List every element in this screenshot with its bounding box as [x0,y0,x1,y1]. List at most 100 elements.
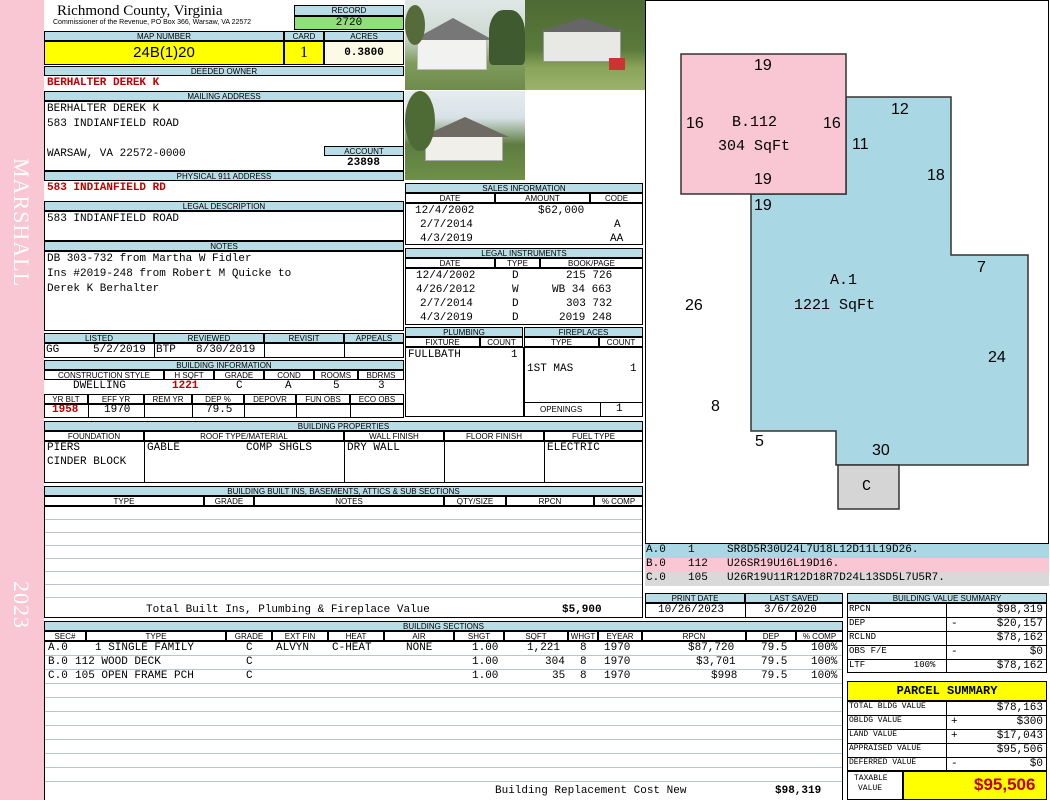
sec-sqft: 304 [545,656,565,668]
props-head: FLOOR FINISH [444,431,544,441]
sec-grade: C [246,656,253,668]
sec-head: SEC# [44,631,86,641]
bldg-head: GRADE [214,370,264,380]
sec-type: 1 SINGLE FAMILY [95,642,195,654]
sale-code: AA [610,233,624,245]
bldg-hsqft: 1221 [172,380,199,392]
sidebar: MARSHALL 2023 [0,0,44,800]
parcel-summary-title: PARCEL SUMMARY [847,681,1047,701]
dim-label: 11 [852,136,869,153]
parcel-row-sign: + [951,716,958,728]
account-value: 23898 [347,157,381,169]
builtins-label: BUILDING BUILT INS, BASEMENTS, ATTICS & … [44,486,643,496]
dim-label: 16 [823,115,841,132]
notes-line: Ins #2019-248 from Robert M Quicke to [47,268,292,280]
fireplaces-label: FIREPLACES [524,327,643,337]
sec-extfin: ALVYN [276,642,310,654]
instr-date: 4/26/2012 [416,284,476,296]
sales-head: CODE [590,193,643,203]
instr-head: DATE [405,258,495,268]
code-sec: A.0 [646,544,666,556]
instruments-label: LEGAL INSTRUMENTS [405,248,643,258]
sec-comp: 100% [811,642,838,654]
plumb-head: COUNT [480,337,523,347]
code-type: 105 [688,572,708,584]
parcel-row-label: TOTAL BLDG VALUE [849,702,926,711]
builtins-head: % COMP [594,496,643,506]
sec-shgt: 1.00 [472,642,499,654]
bldg-head2: ECO OBS [350,394,404,404]
instr-book: 303 732 [566,298,613,310]
instr-book: 215 726 [566,270,613,282]
sec-head: WHGT [568,631,598,641]
sec-type: 112 WOOD DECK [75,656,161,668]
instr-head: TYPE [495,258,540,268]
parcel-row-label: LAND VALUE [849,730,898,739]
bvs-row-label: RCLND [849,632,877,642]
instr-book: WB 34 663 [552,284,612,296]
props-head: ROOF TYPE/MATERIAL [144,431,344,441]
sec-rpcn: $87,720 [688,642,735,654]
sec-sqft: 1,221 [527,642,561,654]
builtins-head: TYPE [44,496,204,506]
listed-date: 5/2/2019 [93,344,146,356]
sec-head: HEAT [328,631,384,641]
parcel-row-label: DEFERRED VALUE [849,758,917,767]
sale-amount: $62,000 [538,205,585,217]
bldg-head2: EFF YR [88,394,144,404]
sec-shgt: 1.00 [472,670,499,682]
listed-by: GG [46,344,60,356]
section-a-label: A.1 [830,272,858,289]
sketch-area: B.112 304 SqFt A.1 1221 SqFt C 19 16 16 … [645,0,1049,544]
map-label: MAP NUMBER [44,31,284,41]
listed-label: LISTED [44,333,154,343]
plumb-head: FIXTURE [405,337,480,347]
builtins-total: $5,900 [562,604,602,616]
sec-head: GRADE [226,631,272,641]
map-number: 24B(1)20 [44,41,284,65]
dim-label: 26 [685,297,703,314]
builtins-total-label: Total Built Ins, Plumbing & Fireplace Va… [146,604,430,616]
props-head: FUEL TYPE [544,431,643,441]
bldg-head: ROOMS [314,370,358,380]
sale-date: 2/7/2014 [420,219,473,231]
plumbing-label: PLUMBING [405,327,523,337]
code-sec: B.0 [646,558,666,570]
notes-label: NOTES [44,241,404,251]
sale-date: 4/3/2019 [420,233,473,245]
builtins-head: RPCN [506,496,594,506]
bldg-head: BDRMS [358,370,404,380]
sec-dep: 79.5 [761,670,788,682]
parcel-row: DEFERRED VALUE - $0 [847,758,1047,772]
sec-head: EXT FIN [272,631,328,641]
legal-label: LEGAL DESCRIPTION [44,201,404,211]
brc-label: Building Replacement Cost New [495,785,687,797]
code-path: U26R19U11R12D18R7D24L13SD5L7U5R7. [727,572,945,584]
sec-head: EYEAR [598,631,642,641]
county-address: Commissioner of the Revenue, PO Box 366,… [53,19,252,26]
bvs-row: RPCN $98,319 [847,604,1047,618]
bldg-head: COND [264,370,314,380]
house-photo-front [405,0,525,90]
bldg-bdrms: 3 [378,380,385,392]
bvs-row-value: $78,162 [996,660,1043,672]
parcel-row-label: APPRAISED VALUE [849,744,922,753]
bvs-row: LTF 100% $78,162 [847,660,1047,674]
wall-finish: DRY WALL [347,442,400,454]
code-path: U26SR19U16L19D16. [727,558,840,570]
builtins-head: QTY/SIZE [444,496,506,506]
bldg-style: DWELLING [73,380,126,392]
sec-shgt: 1.00 [472,656,499,668]
parcel-row-value: $78,163 [996,702,1043,714]
sec-id: C.0 [48,670,68,682]
acres-label: ACRES [324,31,404,41]
dim-label: 7 [977,259,986,276]
print-date: 10/26/2023 [658,604,725,616]
instr-type: D [512,270,519,282]
section-a-area: 1221 SqFt [794,297,876,314]
instr-head: BOOK/PAGE [540,258,643,268]
sec-eyear: 1970 [604,670,631,682]
fire-type: 1ST MAS [527,363,574,375]
sec-head: TYPE [86,631,226,641]
builtins-box [44,506,643,618]
